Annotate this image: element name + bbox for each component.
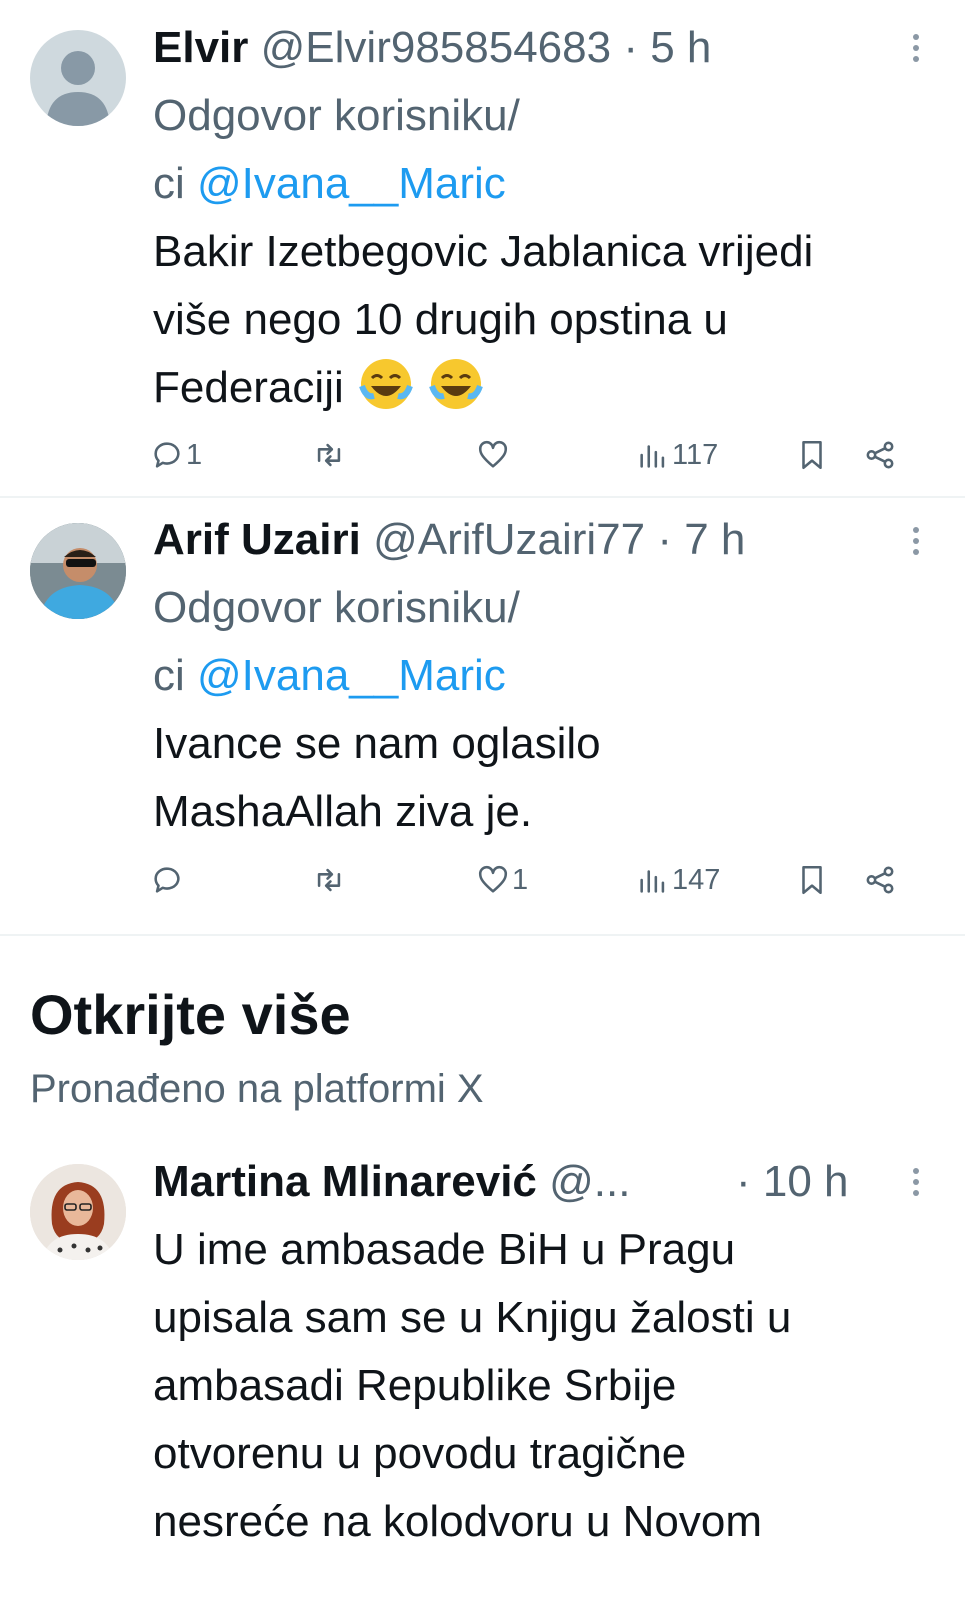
reply-context-line2: ci @Ivana__Maric (153, 651, 506, 700)
tweet-header: Arif Uzairi @ArifUzairi77 · 7 h (153, 506, 943, 574)
share-button[interactable] (863, 433, 897, 477)
timestamp[interactable]: · 5 h (623, 23, 711, 72)
display-name[interactable]: Arif Uzairi (153, 515, 361, 564)
reply-icon (154, 442, 180, 468)
bookmark-icon (802, 865, 822, 895)
user-handle[interactable]: @Elvir985854683 (261, 23, 611, 72)
tweet-header: Martina Mlinarević @... · 10 h (153, 1148, 913, 1216)
user-handle[interactable]: @ArifUzairi77 (373, 515, 645, 564)
view-count: 147 (672, 863, 721, 896)
display-name[interactable]: Elvir (153, 23, 248, 72)
reply-button[interactable]: 1 (150, 433, 202, 477)
avatar-default[interactable] (30, 30, 126, 126)
tweet-actions: 1 117 (150, 433, 920, 477)
default-avatar-icon (46, 51, 110, 126)
profile-photo (30, 523, 126, 619)
reply-context-line2: ci @Ivana__Maric (153, 159, 506, 208)
more-options-button[interactable] (908, 527, 924, 563)
more-options-button[interactable] (908, 1168, 924, 1204)
divider (0, 934, 965, 936)
like-button[interactable]: 1 (476, 858, 528, 902)
tweet-header: Elvir @Elvir985854683 · 5 h (153, 14, 943, 82)
tweet-text: Bakir Izetbegovic Jablanica vrijedi više… (153, 227, 814, 412)
repost-button[interactable] (312, 433, 348, 477)
laughing-emoji (344, 359, 484, 412)
reply-button[interactable] (150, 858, 186, 902)
tweet-text: U ime ambasade BiH u Pragu upisala sam s… (153, 1225, 792, 1546)
profile-photo (30, 1164, 126, 1260)
bookmark-icon (802, 440, 822, 470)
section-title: Otkrijte više (30, 983, 351, 1046)
tweet-text: Ivance se nam oglasilo MashaAllah ziva j… (153, 719, 601, 836)
section-subtitle: Pronađeno na platformi X (30, 1067, 484, 1111)
heart-icon (478, 865, 508, 893)
repost-button[interactable] (312, 858, 348, 902)
scroll-fade (0, 1556, 965, 1599)
reply-context: Odgovor korisniku/ (153, 91, 520, 140)
like-count: 1 (512, 863, 529, 896)
heart-icon (478, 440, 508, 468)
like-button[interactable] (476, 433, 512, 477)
repost-icon (317, 443, 341, 467)
share-button[interactable] (863, 858, 897, 902)
avatar-arif[interactable] (30, 523, 126, 619)
bookmark-button[interactable] (795, 433, 829, 477)
user-handle[interactable]: @... (549, 1157, 630, 1206)
tweet-actions: 1 147 (150, 858, 920, 902)
views-button[interactable]: 147 (636, 858, 720, 902)
reply-context: Odgovor korisniku/ (153, 583, 520, 632)
view-count: 117 (672, 438, 719, 471)
avatar-martina[interactable] (30, 1164, 126, 1260)
bookmark-button[interactable] (795, 858, 829, 902)
share-icon (866, 441, 894, 469)
reply-icon (154, 867, 180, 893)
timestamp[interactable]: · 7 h (657, 515, 745, 564)
views-icon (640, 870, 665, 893)
laughing-emoji-icon (359, 359, 413, 409)
mention-link[interactable]: @Ivana__Maric (197, 159, 506, 208)
reply-count: 1 (186, 438, 203, 471)
views-icon (640, 445, 665, 468)
timestamp[interactable]: · 10 h (736, 1148, 849, 1216)
mention-link[interactable]: @Ivana__Maric (197, 651, 506, 700)
divider (0, 496, 965, 498)
views-button[interactable]: 117 (636, 433, 718, 477)
display-name[interactable]: Martina Mlinarević (153, 1157, 537, 1206)
share-icon (866, 866, 894, 894)
laughing-emoji-icon (429, 359, 484, 409)
repost-icon (317, 868, 341, 892)
more-options-button[interactable] (908, 34, 924, 70)
